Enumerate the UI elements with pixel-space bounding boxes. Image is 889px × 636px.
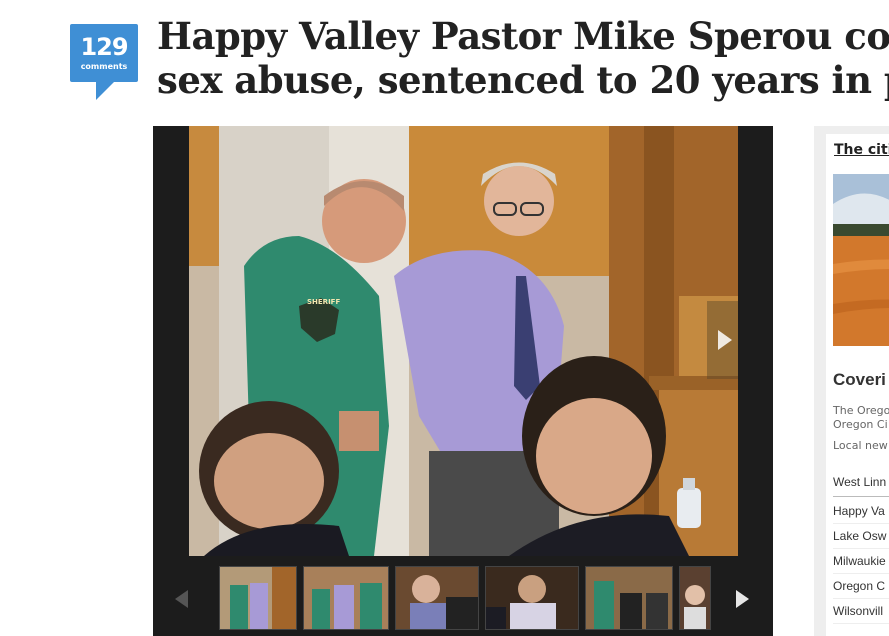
sidebar-local-label: Local new bbox=[833, 439, 888, 452]
thumbnail-6[interactable] bbox=[679, 566, 711, 630]
courtroom-photo: SHERIFF bbox=[189, 126, 738, 556]
comment-count-badge[interactable]: 129 comments bbox=[70, 24, 138, 100]
headline-line-1: Happy Valley Pastor Mike Sperou convi bbox=[157, 14, 889, 58]
strip-next-arrow[interactable] bbox=[733, 586, 751, 614]
sidebar-city-links: West Linn Happy Va Lake Osw Milwaukie Or… bbox=[833, 468, 889, 624]
city-link-lake-oswego[interactable]: Lake Osw bbox=[833, 524, 889, 549]
sheriff-patch-text: SHERIFF bbox=[307, 298, 340, 306]
sidebar-tab-cities[interactable]: The citie bbox=[834, 142, 889, 158]
thumbnail-strip bbox=[153, 566, 773, 636]
thumbnail-3[interactable] bbox=[395, 566, 479, 630]
headline-line-2: sex abuse, sentenced to 20 years in pris bbox=[157, 58, 889, 102]
sidebar: The citie Coveri The Orego Oregon Ci Loc… bbox=[814, 126, 889, 636]
photo-gallery: SHERIFF bbox=[153, 126, 773, 636]
city-link-wilsonville[interactable]: Wilsonvill bbox=[833, 599, 889, 624]
gallery-next-arrow[interactable] bbox=[707, 301, 738, 379]
sidebar-feature-description: The Orego Oregon Ci bbox=[833, 404, 889, 432]
gallery-main-photo[interactable]: SHERIFF bbox=[189, 126, 738, 556]
sidebar-feature-image[interactable] bbox=[833, 174, 889, 346]
comment-label: comments bbox=[80, 62, 128, 71]
article-headline: Happy Valley Pastor Mike Sperou convi se… bbox=[157, 14, 889, 102]
sidebar-desc-line-1: The Orego bbox=[833, 404, 889, 417]
thumbnail-2[interactable] bbox=[303, 566, 389, 630]
thumbnail-5[interactable] bbox=[585, 566, 673, 630]
strip-prev-arrow[interactable] bbox=[173, 586, 191, 614]
comment-count: 129 bbox=[80, 33, 128, 61]
thumbnail-1[interactable] bbox=[219, 566, 297, 630]
city-link-west-linn[interactable]: West Linn bbox=[833, 468, 889, 497]
city-link-milwaukie[interactable]: Milwaukie bbox=[833, 549, 889, 574]
sidebar-desc-line-2: Oregon Ci bbox=[833, 418, 888, 431]
city-link-oregon-city[interactable]: Oregon C bbox=[833, 574, 889, 599]
sidebar-feature-title[interactable]: Coveri bbox=[833, 370, 886, 390]
thumbnail-4[interactable] bbox=[485, 566, 579, 630]
city-link-happy-valley[interactable]: Happy Va bbox=[833, 499, 889, 524]
sidebar-panel: The citie Coveri The Orego Oregon Ci Loc… bbox=[826, 134, 889, 636]
